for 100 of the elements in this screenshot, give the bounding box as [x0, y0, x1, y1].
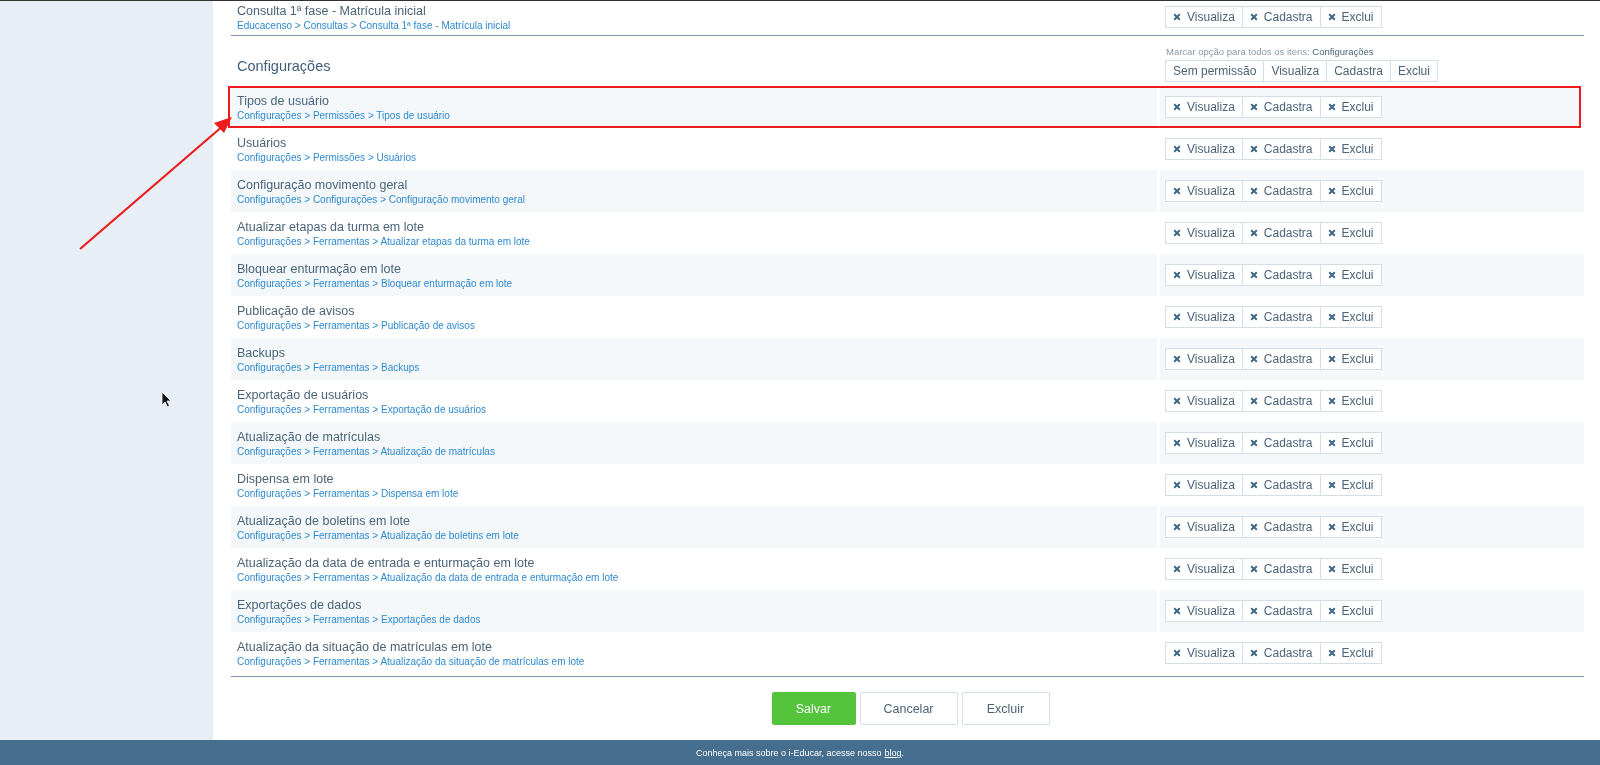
permission-toggle[interactable]: Cadastra [1241, 642, 1321, 664]
close-icon [1327, 481, 1336, 489]
permission-title: Atualização da data de entrada e enturmação em lote [237, 554, 536, 571]
permission-toggle[interactable]: Visualiza [1165, 222, 1243, 244]
permission-toggle[interactable]: Cadastra [1241, 516, 1321, 538]
permission-toggle[interactable]: Visualiza [1165, 138, 1243, 160]
action-button[interactable]: Cancelar [859, 692, 958, 725]
permission-toggle[interactable]: Cadastra [1241, 222, 1321, 244]
permission-toggle[interactable]: Cadastra [1241, 558, 1321, 580]
breadcrumb-path: Configurações > Ferramentas > Atualização de matrículas [237, 444, 496, 458]
permission-toggle[interactable]: Cadastra [1241, 600, 1321, 622]
breadcrumb-path: Configurações > Ferramentas > Exportações de dados [237, 612, 482, 626]
permission-toggle[interactable]: Cadastra [1241, 348, 1321, 370]
close-icon [1173, 145, 1181, 153]
permission-toggle[interactable]: Exclui [1319, 516, 1382, 538]
close-icon [1173, 565, 1181, 573]
breadcrumb-path: Configurações > Ferramentas > Exportação de usuários [237, 402, 488, 416]
close-icon [1249, 229, 1258, 237]
close-icon [1327, 13, 1336, 21]
permission-toggle[interactable]: Exclui [1319, 558, 1382, 580]
permission-toggle[interactable]: Visualiza [1165, 348, 1243, 370]
close-icon [1173, 397, 1181, 405]
permission-toggle[interactable]: Exclui [1319, 264, 1382, 286]
permission-toggle[interactable]: Exclui [1319, 6, 1382, 28]
close-icon [1327, 271, 1336, 279]
permission-title: Dispensa em lote [237, 470, 335, 487]
permission-toggle[interactable]: Cadastra [1241, 264, 1321, 286]
permission-toggle[interactable]: Visualiza [1165, 516, 1243, 538]
permission-toggle[interactable]: Cadastra [1241, 96, 1321, 118]
permission-toggle[interactable]: Visualiza [1165, 390, 1243, 412]
permission-toggle[interactable]: Visualiza [1165, 6, 1243, 28]
close-icon [1173, 313, 1181, 321]
footer-punctuation: . [901, 748, 905, 758]
close-icon [1173, 13, 1181, 21]
close-icon [1249, 565, 1258, 573]
permission-title: Tipos de usuário [237, 92, 330, 109]
close-icon [1249, 13, 1258, 21]
close-icon [1327, 229, 1336, 237]
close-icon [1249, 145, 1258, 153]
permission-toggle[interactable]: Visualiza [1165, 264, 1243, 286]
breadcrumb-path: Configurações > Ferramentas > Atualização da situação de matrículas em lote [237, 654, 586, 668]
permission-toggle[interactable]: Cadastra [1241, 138, 1321, 160]
permission-toggle[interactable]: Exclui [1319, 138, 1382, 160]
permission-toggle[interactable]: Exclui [1319, 600, 1382, 622]
action-button[interactable]: Excluir [961, 692, 1050, 725]
permission-toggle[interactable]: Exclui [1319, 180, 1382, 202]
close-icon [1249, 523, 1258, 531]
permission-toggle[interactable]: Exclui [1319, 348, 1382, 370]
permission-toggle[interactable]: Exclui [1319, 390, 1382, 412]
breadcrumb-path: Educacenso > Consultas > Consulta 1ª fase - Matrícula inicial [237, 18, 512, 32]
permission-toggle[interactable]: Cadastra [1241, 6, 1321, 28]
close-icon [1249, 187, 1258, 195]
permission-toggle[interactable]: Cadastra [1241, 474, 1321, 496]
permission-toggle[interactable]: Exclui [1319, 432, 1382, 454]
permission-toggle[interactable]: Exclui [1319, 306, 1382, 328]
permission-toggle[interactable]: Visualiza [1165, 180, 1243, 202]
close-icon [1327, 523, 1336, 531]
bulk-option-button[interactable]: Sem permissão [1165, 60, 1265, 82]
permission-toggle[interactable]: Visualiza [1165, 474, 1243, 496]
close-icon [1249, 649, 1258, 657]
breadcrumb-path: Configurações > Permissões > Usuários [237, 150, 417, 164]
bulk-option-button[interactable]: Visualiza [1263, 60, 1328, 82]
permission-toggle[interactable]: Exclui [1319, 96, 1382, 118]
close-icon [1249, 355, 1258, 363]
permission-title: Backups [237, 344, 286, 361]
bulk-option-button[interactable]: Cadastra [1326, 60, 1391, 82]
mouse-pointer-icon [161, 391, 173, 409]
permission-toggle[interactable]: Cadastra [1241, 390, 1321, 412]
close-icon [1327, 607, 1336, 615]
breadcrumb-path: Configurações > Ferramentas > Atualização da data de entrada e enturmação em lote [237, 570, 620, 584]
breadcrumb-path: Configurações > Permissões > Tipos de usuário [237, 108, 451, 122]
permission-toggle[interactable]: Visualiza [1165, 306, 1243, 328]
permission-title: Exportações de dados [237, 596, 363, 613]
bulk-option-button[interactable]: Exclui [1389, 60, 1438, 82]
close-icon [1327, 439, 1336, 447]
permission-toggle[interactable]: Exclui [1319, 222, 1382, 244]
close-icon [1173, 607, 1181, 615]
permission-toggle[interactable]: Exclui [1319, 642, 1382, 664]
close-icon [1249, 397, 1258, 405]
permission-title: Consulta 1ª fase - Matrícula inicial [237, 2, 427, 19]
permission-toggle[interactable]: Cadastra [1241, 432, 1321, 454]
permission-toggle[interactable]: Visualiza [1165, 558, 1243, 580]
breadcrumb-path: Configurações > Configurações > Configuração movimento geral [237, 192, 526, 206]
permission-toggle[interactable]: Cadastra [1241, 180, 1321, 202]
permission-toggle[interactable]: Visualiza [1165, 600, 1243, 622]
close-icon [1327, 565, 1336, 573]
close-icon [1173, 523, 1181, 531]
permission-toggle[interactable]: Visualiza [1165, 642, 1243, 664]
permission-toggle[interactable]: Exclui [1319, 474, 1382, 496]
permission-toggle[interactable]: Visualiza [1165, 432, 1243, 454]
close-icon [1173, 649, 1181, 657]
close-icon [1327, 145, 1336, 153]
permission-toggle[interactable]: Visualiza [1165, 96, 1243, 118]
permission-title: Atualização de matrículas [237, 428, 382, 445]
permission-title: Atualização de boletins em lote [237, 512, 412, 529]
blog-link[interactable]: blog [884, 748, 902, 758]
permission-title: Publicação de avisos [237, 302, 356, 319]
close-icon [1327, 103, 1336, 111]
breadcrumb-path: Configurações > Ferramentas > Dispensa em lote [237, 486, 460, 500]
permission-toggle[interactable]: Cadastra [1241, 306, 1321, 328]
